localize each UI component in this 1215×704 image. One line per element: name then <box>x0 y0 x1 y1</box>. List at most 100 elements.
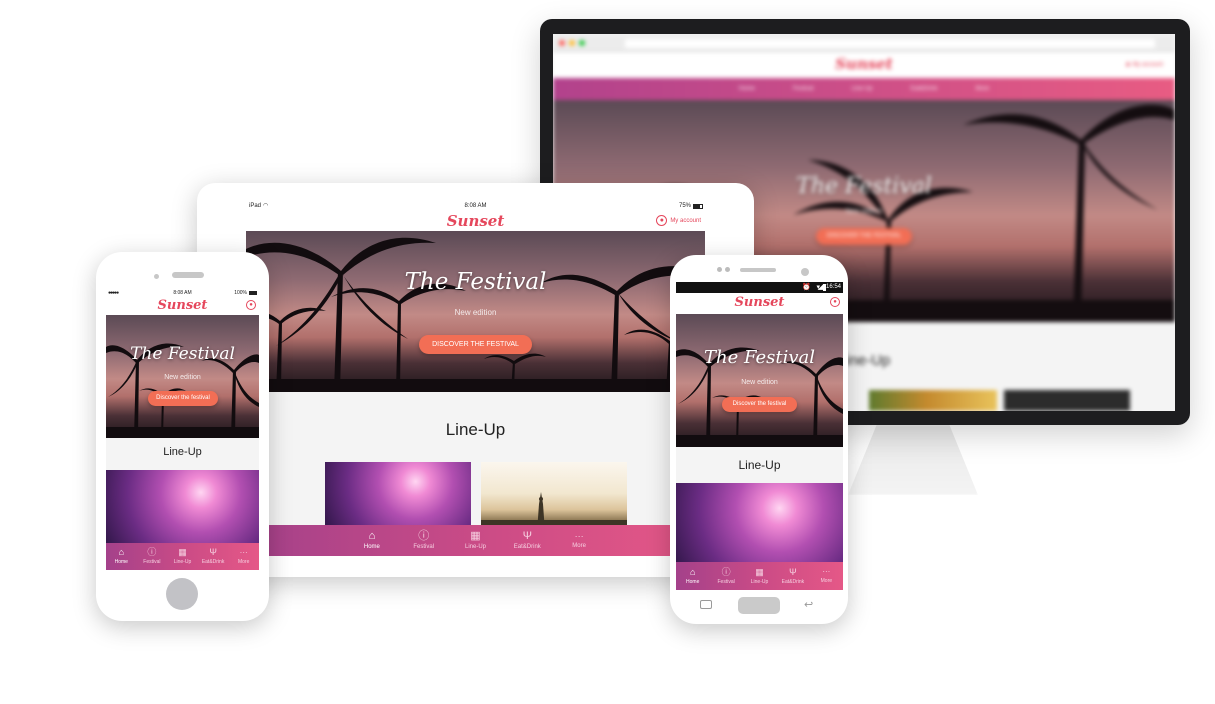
android-nav-festival[interactable]: ⓘ Festival <box>709 562 742 590</box>
tablet-lineup-card-concert[interactable] <box>325 462 471 532</box>
android-nav-home[interactable]: ⌂ Home <box>676 562 709 590</box>
calendar-icon: ▦ <box>178 547 187 557</box>
iphone-logo[interactable]: Sunset <box>106 298 259 313</box>
iphone-header: Sunset ● <box>106 297 259 315</box>
iphone-nav-festival[interactable]: ⓘ Festival <box>137 543 168 570</box>
tablet-nav-lineup[interactable]: ▦ Line-Up <box>450 525 502 556</box>
android-nav-lineup[interactable]: ▦ Line-Up <box>743 562 776 590</box>
tablet-account-link[interactable]: ● My account <box>656 215 701 226</box>
calendar-icon: ▦ <box>470 530 481 542</box>
desktop-lineup-card-1[interactable] <box>869 390 997 411</box>
monitor-stand <box>848 425 978 495</box>
tablet-discover-button[interactable]: DISCOVER THE FESTIVAL <box>419 335 532 354</box>
tablet-bottom-nav: ⌂ Home ⓘ Festival ▦ Line-Up Ψ Eat&Drink … <box>246 525 705 556</box>
sensor-dot <box>725 267 730 272</box>
crowd-silhouettes <box>481 492 627 532</box>
home-button[interactable] <box>166 578 198 610</box>
android-nav-more[interactable]: ··· More <box>810 562 843 590</box>
android-lineup-card[interactable] <box>676 483 843 573</box>
nav-label: Festival <box>413 544 435 550</box>
front-camera <box>801 268 809 276</box>
tablet-battery-percent: 75% <box>678 203 691 209</box>
iphone-battery-percent: 100% <box>234 290 247 296</box>
nav-label: Eat&Drink <box>513 544 541 550</box>
user-circle-icon: ● <box>656 215 668 226</box>
android-hero-subtitle: New edition <box>741 379 778 386</box>
cutlery-icon: Ψ <box>522 530 532 542</box>
iphone-nav-eatdrink[interactable]: Ψ Eat&Drink <box>198 543 229 570</box>
desktop-nav-home[interactable]: Home <box>739 86 755 92</box>
concert-image <box>676 483 843 573</box>
tablet-nav-eatdrink[interactable]: Ψ Eat&Drink <box>501 525 553 556</box>
home-icon: ⌂ <box>689 566 696 577</box>
android-time: 16:54 <box>825 284 841 290</box>
iphone-nav-home[interactable]: ⌂ Home <box>106 543 137 570</box>
nav-label: Line-Up <box>173 559 192 565</box>
iphone-screen: ●●●●● 8:08 AM 100% Sunset ● The Festival… <box>106 289 259 570</box>
desktop-logo[interactable]: Sunset <box>553 55 1175 73</box>
tablet-time: 8:08 AM <box>464 203 487 209</box>
maximize-dot-icon[interactable] <box>579 40 585 46</box>
tablet-nav-home[interactable]: ⌂ Home <box>346 525 398 556</box>
tablet-logo[interactable]: Sunset <box>246 212 705 230</box>
android-home-button[interactable] <box>738 597 780 614</box>
user-icon: ♟ <box>1125 62 1131 68</box>
address-bar[interactable] <box>625 39 1155 48</box>
desktop-account-label: My account <box>1132 62 1163 68</box>
earpiece-speaker <box>172 272 204 278</box>
info-icon: ⓘ <box>721 566 731 577</box>
tablet-screen: iPad ◠ 8:08 AM 75% Sunset ● My account T… <box>246 201 705 556</box>
battery-icon <box>693 204 703 209</box>
concert-image <box>325 462 471 532</box>
iphone-discover-button[interactable]: Discover the festival <box>148 391 218 406</box>
tablet-nav-more[interactable]: ··· More <box>553 525 605 556</box>
android-nav-eatdrink[interactable]: Ψ Eat&Drink <box>776 562 809 590</box>
browser-chrome <box>553 34 1175 52</box>
desktop-nav-more[interactable]: More <box>976 86 990 92</box>
more-dots-icon: ··· <box>822 567 831 576</box>
tablet-lineup-card-crowd[interactable] <box>481 462 627 532</box>
iphone-lineup-card[interactable] <box>106 470 259 550</box>
user-circle-icon[interactable]: ● <box>830 297 840 307</box>
earpiece-speaker <box>740 268 776 272</box>
desktop-account-link[interactable]: ♟ My account <box>1125 61 1163 68</box>
android-status-bar: ⏰ ▾ ◢ 16:54 <box>676 282 843 293</box>
info-icon: ⓘ <box>418 530 430 542</box>
home-icon: ⌂ <box>368 530 376 542</box>
nav-label: Home <box>363 544 380 550</box>
android-discover-button[interactable]: Discover the festival <box>722 397 797 412</box>
tablet-hero: The Festival New edition DISCOVER THE FE… <box>246 231 705 392</box>
close-dot-icon[interactable] <box>559 40 565 46</box>
concert-image <box>106 470 259 550</box>
user-circle-icon[interactable]: ● <box>246 300 256 310</box>
iphone-nav-more[interactable]: ··· More <box>228 543 259 570</box>
nav-label: More <box>572 543 586 549</box>
iphone-status-bar: ●●●●● 8:08 AM 100% <box>106 289 259 297</box>
tablet-status-bar: iPad ◠ 8:08 AM 75% <box>246 201 705 211</box>
back-icon[interactable]: ↩ <box>804 598 813 611</box>
battery-icon <box>249 291 257 295</box>
desktop-nav-festival[interactable]: Festival <box>793 86 814 92</box>
desktop-nav-lineup[interactable]: Line-Up <box>851 86 872 92</box>
more-dots-icon: ··· <box>239 547 248 557</box>
recent-apps-icon[interactable] <box>700 600 712 609</box>
tablet-nav-festival[interactable]: ⓘ Festival <box>398 525 450 556</box>
desktop-nav-eatdrink[interactable]: Eat&Drink <box>911 86 938 92</box>
device-showcase: Sunset ♟ My account Home Festival Line-U… <box>0 0 1215 704</box>
desktop-lineup-card-2[interactable] <box>1004 390 1130 411</box>
android-lineup-title: Line-Up <box>738 458 781 472</box>
nav-label: Eat&Drink <box>781 578 805 585</box>
more-dots-icon: ··· <box>574 531 584 541</box>
nav-label: Line-Up <box>750 578 769 585</box>
android-hero: The Festival New edition Discover the fe… <box>676 314 843 447</box>
minimize-dot-icon[interactable] <box>569 40 575 46</box>
cutlery-icon: Ψ <box>209 547 217 557</box>
desktop-discover-button[interactable]: DISCOVER THE FESTIVAL <box>816 228 912 245</box>
android-logo[interactable]: Sunset <box>676 295 843 310</box>
info-icon: ⓘ <box>147 547 157 557</box>
android-screen: ⏰ ▾ ◢ 16:54 Sunset ● The Festival New ed… <box>676 282 843 590</box>
alarm-icon: ⏰ <box>802 284 811 291</box>
iphone-nav-lineup[interactable]: ▦ Line-Up <box>167 543 198 570</box>
iphone-lineup-title: Line-Up <box>163 446 202 458</box>
nav-label: More <box>237 558 250 565</box>
